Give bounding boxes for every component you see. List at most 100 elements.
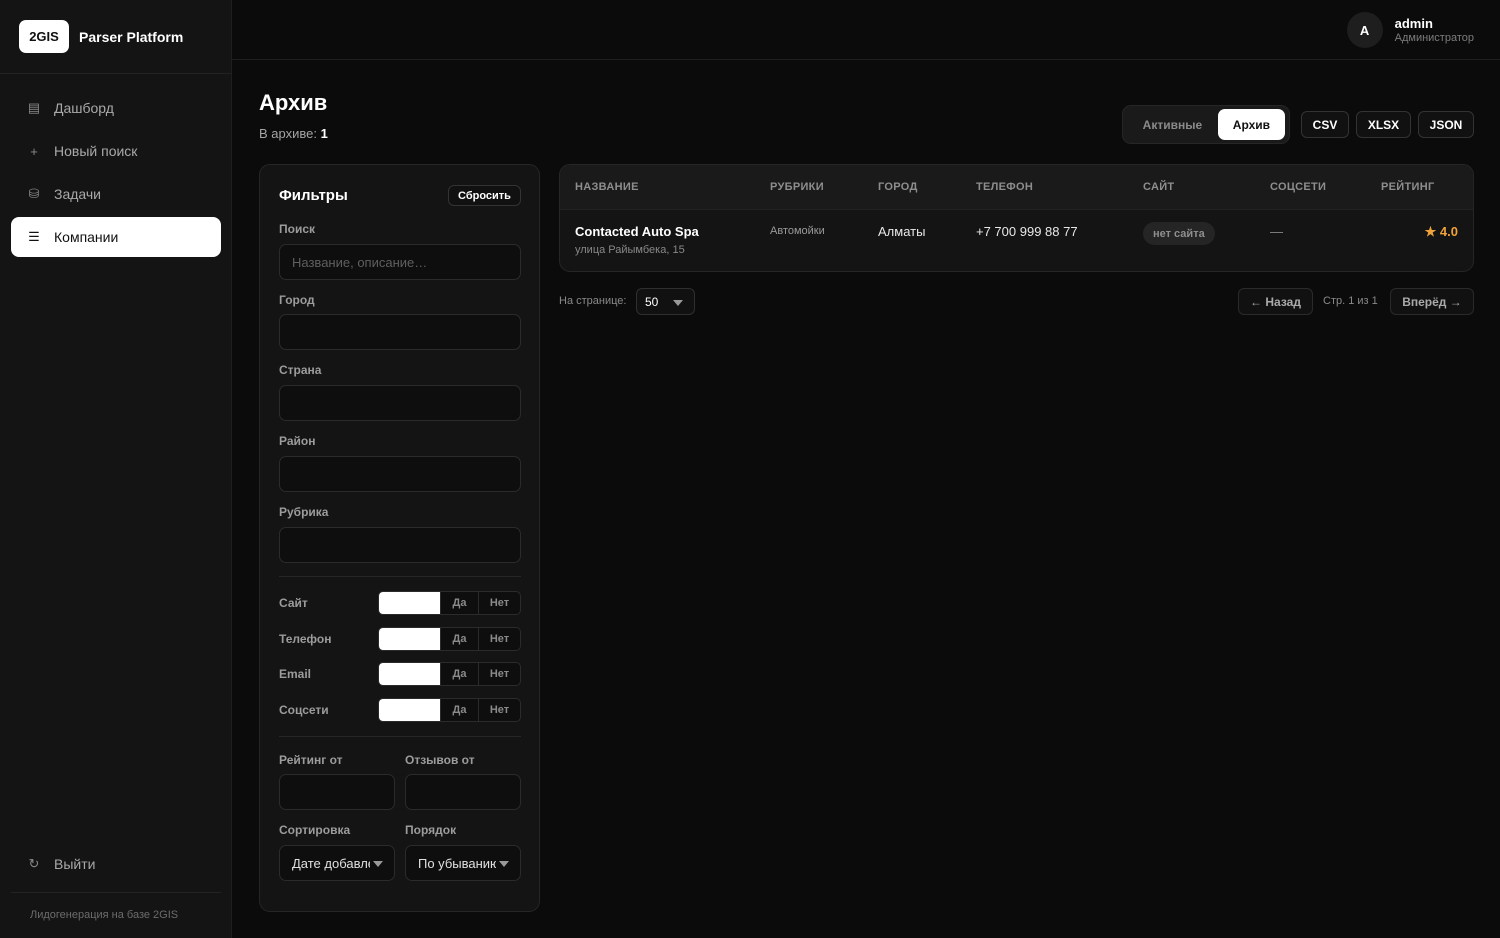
table-header: НАЗВАНИЕ РУБРИКИ ГОРОД ТЕЛЕФОН САЙТ СОЦС…: [560, 165, 1473, 210]
sidebar-item-label: Дашборд: [54, 100, 114, 116]
chevron-down-icon: [673, 300, 683, 306]
column-social[interactable]: СОЦСЕТИ: [1270, 181, 1326, 193]
page-info: Стр. 1 из 1: [1323, 295, 1378, 307]
city-label: Город: [279, 293, 315, 307]
phone-filter-toggle: Да Нет: [378, 627, 521, 651]
social-filter-any[interactable]: [379, 699, 440, 721]
sort-select-value: Дате добавления: [292, 855, 370, 871]
user-menu[interactable]: A admin Администратор: [1346, 12, 1474, 48]
sort-select[interactable]: Дате добавления: [279, 845, 395, 881]
reviews-from-input[interactable]: [405, 774, 521, 810]
archive-count-value: 1: [320, 126, 328, 141]
view-toggle: Активные Архив: [1122, 105, 1290, 144]
sidebar-item-tasks[interactable]: ⛁ Задачи: [11, 174, 221, 214]
site-filter-yes[interactable]: Да: [440, 592, 478, 614]
export-xlsx-button[interactable]: XLSX: [1356, 111, 1411, 138]
per-page-label: На странице:: [559, 295, 627, 307]
brand-logo[interactable]: 2GIS: [19, 20, 69, 53]
email-filter-toggle: Да Нет: [378, 662, 521, 686]
rubric-label: Рубрика: [279, 505, 329, 519]
plus-icon: +: [30, 143, 38, 159]
rating-from-label: Рейтинг от: [279, 753, 343, 767]
email-filter-label: Email: [279, 667, 312, 681]
prev-page-button[interactable]: ← Назад: [1238, 288, 1313, 315]
archive-count: В архиве: 1: [259, 126, 328, 141]
rating-from-input[interactable]: [279, 774, 395, 810]
company-city: Алматы: [878, 224, 926, 239]
chevron-down-icon: [373, 861, 383, 867]
column-site[interactable]: САЙТ: [1143, 181, 1174, 193]
order-label: Порядок: [405, 823, 457, 837]
site-filter-toggle: Да Нет: [378, 591, 521, 615]
export-csv-button[interactable]: CSV: [1301, 111, 1349, 138]
per-page-select[interactable]: 50: [636, 288, 695, 315]
topbar: A admin Администратор: [232, 0, 1500, 60]
brand: 2GIS Parser Platform: [0, 0, 231, 74]
site-filter-no[interactable]: Нет: [478, 592, 520, 614]
company-social: —: [1270, 224, 1283, 239]
export-json-button[interactable]: JSON: [1418, 111, 1474, 138]
phone-filter-no[interactable]: Нет: [478, 628, 520, 650]
column-rating[interactable]: РЕЙТИНГ: [1381, 181, 1435, 193]
sidebar-item-dashboard[interactable]: ▤ Дашборд: [11, 88, 221, 128]
order-select[interactable]: По убыванию: [405, 845, 521, 881]
reset-button[interactable]: Сбросить: [448, 185, 521, 206]
next-page-button[interactable]: Вперёд →: [1390, 288, 1474, 315]
logout-label: Выйти: [54, 856, 96, 872]
sidebar-item-label: Новый поиск: [54, 143, 138, 159]
user-role: Администратор: [1394, 32, 1474, 44]
column-rubrics[interactable]: РУБРИКИ: [770, 181, 824, 193]
search-label: Поиск: [279, 222, 316, 236]
district-label: Район: [279, 434, 316, 448]
divider: [279, 576, 521, 577]
phone-filter-yes[interactable]: Да: [440, 628, 478, 650]
email-filter-no[interactable]: Нет: [478, 663, 520, 685]
user-name: admin: [1394, 16, 1433, 31]
column-name[interactable]: НАЗВАНИЕ: [575, 181, 639, 193]
sidebar-footer: Лидогенерация на базе 2GIS: [11, 892, 221, 921]
city-input[interactable]: [279, 314, 521, 350]
avatar[interactable]: A: [1346, 12, 1383, 48]
sidebar: 2GIS Parser Platform ▤ Дашборд + Новый п…: [0, 0, 232, 938]
no-site-badge: нет сайта: [1143, 222, 1215, 245]
company-phone[interactable]: +7 700 999 88 77: [976, 224, 1078, 239]
sort-label: Сортировка: [279, 823, 351, 837]
social-filter-yes[interactable]: Да: [440, 699, 478, 721]
email-filter-any[interactable]: [379, 663, 440, 685]
list-icon: ☰: [28, 229, 40, 244]
filters-panel: Фильтры Сбросить Поиск Город Страна Райо…: [259, 164, 540, 912]
company-name[interactable]: Contacted Auto Spa: [575, 224, 699, 239]
column-phone[interactable]: ТЕЛЕФОН: [976, 181, 1033, 193]
logout-icon: ↻: [28, 856, 40, 871]
table-row[interactable]: Contacted Auto Spa улица Райымбека, 15 А…: [560, 210, 1473, 271]
company-address: улица Райымбека, 15: [575, 244, 685, 256]
email-filter-yes[interactable]: Да: [440, 663, 478, 685]
sidebar-item-companies[interactable]: ☰ Компании: [11, 217, 221, 257]
company-rubric: Автомойки: [770, 225, 825, 237]
tab-archive[interactable]: Архив: [1217, 109, 1285, 140]
rubric-input[interactable]: [279, 527, 521, 563]
social-filter-label: Соцсети: [279, 703, 329, 717]
site-filter-any[interactable]: [379, 592, 440, 614]
logout-button[interactable]: ↻ Выйти: [11, 844, 221, 884]
search-input[interactable]: [279, 244, 521, 280]
social-filter-no[interactable]: Нет: [478, 699, 520, 721]
company-rating: ★ 4.0: [1424, 224, 1458, 239]
order-select-value: По убыванию: [418, 855, 496, 871]
country-label: Страна: [279, 363, 322, 377]
reviews-from-label: Отзывов от: [405, 753, 475, 767]
country-input[interactable]: [279, 385, 521, 421]
sidebar-item-new-search[interactable]: + Новый поиск: [11, 131, 221, 171]
column-city[interactable]: ГОРОД: [878, 181, 918, 193]
district-input[interactable]: [279, 456, 521, 492]
sidebar-item-label: Компании: [54, 229, 119, 245]
filters-title: Фильтры: [279, 187, 348, 204]
logout-section: ↻ Выйти: [11, 844, 221, 887]
sidebar-item-label: Задачи: [54, 186, 102, 202]
phone-filter-any[interactable]: [379, 628, 440, 650]
archive-count-label: В архиве:: [259, 126, 317, 141]
tab-active[interactable]: Активные: [1127, 109, 1218, 140]
social-filter-toggle: Да Нет: [378, 698, 521, 722]
divider: [279, 736, 521, 737]
site-filter-label: Сайт: [279, 596, 308, 610]
